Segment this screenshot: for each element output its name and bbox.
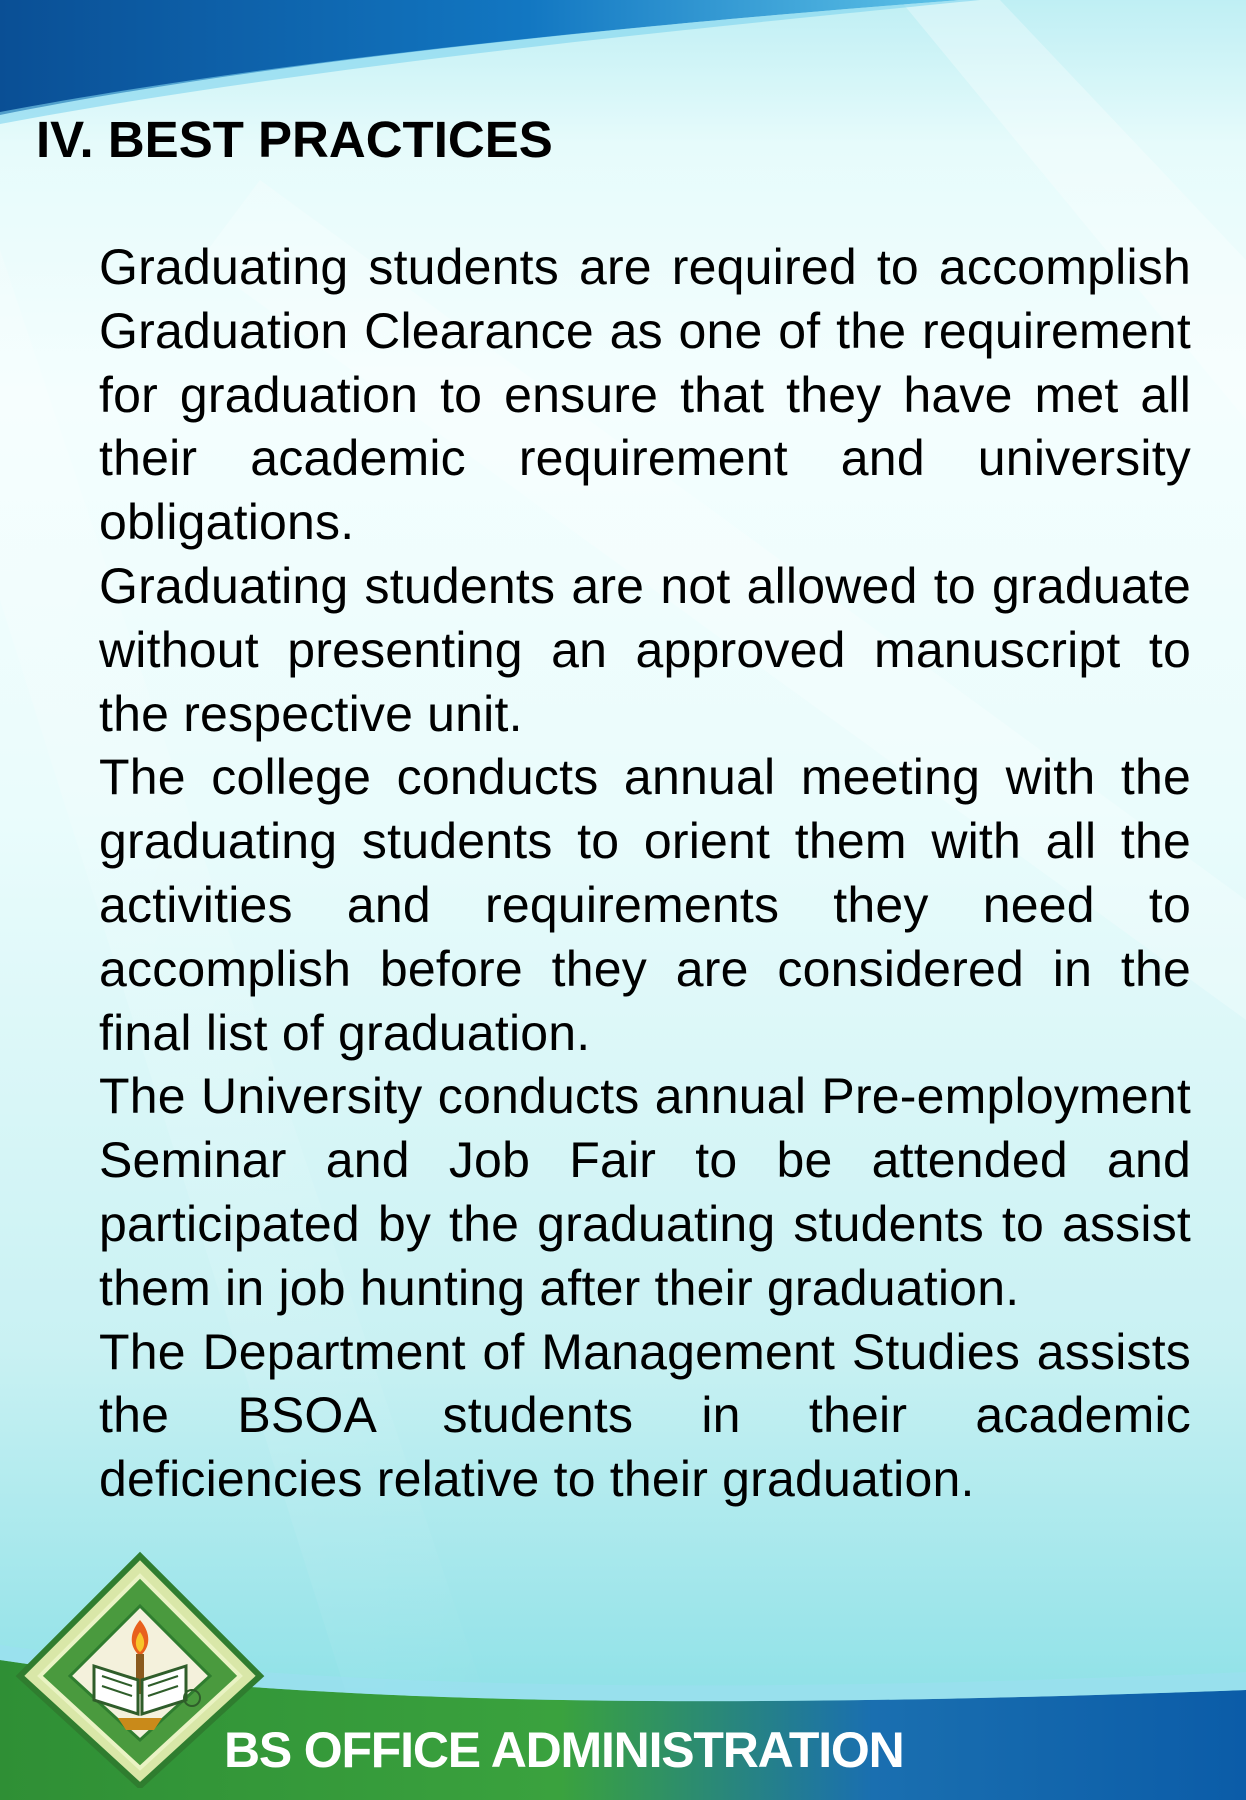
list-item: Graduating students are not allowed to g… <box>99 557 1191 742</box>
page-title: IV. BEST PRACTICES <box>36 111 553 168</box>
list-item: Graduating students are required to acco… <box>99 239 1191 551</box>
list-item: The University conducts annual Pre-emplo… <box>99 1068 1191 1316</box>
best-practices-list: Graduating students are required to acco… <box>99 236 1191 1512</box>
list-item: The Department of Management Studies ass… <box>99 1323 1191 1508</box>
list-item: The college conducts annual meeting with… <box>99 749 1191 1061</box>
program-name: BS OFFICE ADMINISTRATION <box>224 1722 905 1778</box>
